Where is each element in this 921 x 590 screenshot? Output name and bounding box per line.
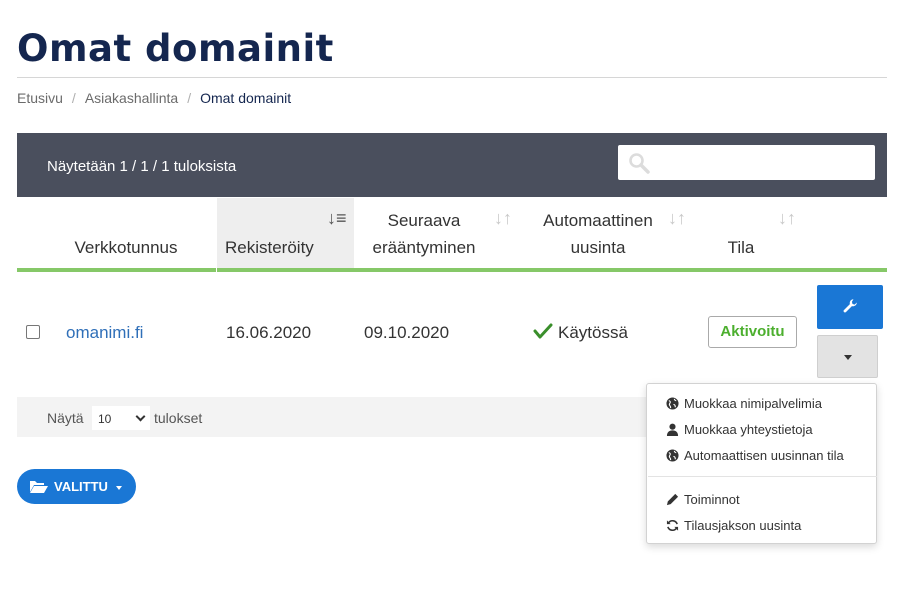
next-due-date: 09.10.2020	[364, 323, 450, 342]
wrench-icon	[843, 299, 857, 313]
search-box[interactable]	[618, 145, 875, 180]
column-underline	[17, 268, 216, 272]
caret-down-icon	[844, 355, 852, 360]
menu-item-edit-nameservers[interactable]: Muokkaa nimipalvelimia	[666, 396, 822, 411]
registered-date: 16.06.2020	[226, 323, 312, 342]
manage-button[interactable]	[817, 285, 883, 329]
column-header-domain[interactable]: Verkkotunnus	[56, 198, 216, 270]
menu-item-label: Automaattisen uusinnan tila	[684, 448, 844, 463]
sort-icon[interactable]: ↓↑	[778, 208, 796, 229]
caret-down-icon	[116, 486, 122, 490]
column-label-status: Tila	[727, 238, 755, 257]
column-underline	[806, 268, 887, 272]
column-header-auto-renewal[interactable]: Automaattinen uusinta ↓↑	[522, 198, 698, 270]
column-underline	[217, 268, 354, 272]
table-toolbar: Näytetään 1 / 1 / 1 tuloksista	[17, 133, 887, 197]
column-header-registered[interactable]: ↓≡ Rekisteröity	[217, 198, 354, 270]
domain-link[interactable]: omanimi.fi	[66, 323, 143, 343]
title-divider	[17, 77, 887, 78]
page-size-label: Näytä	[47, 410, 84, 426]
breadcrumb-current: Omat domainit	[200, 90, 292, 106]
chevron-down-icon	[135, 411, 146, 422]
search-input[interactable]	[658, 151, 863, 173]
menu-divider	[648, 476, 877, 477]
sort-icon[interactable]: ↓↑	[494, 208, 512, 229]
column-underline	[698, 268, 806, 272]
menu-item-label: Muokkaa nimipalvelimia	[684, 396, 822, 411]
column-underline	[522, 268, 698, 272]
page-size-select[interactable]: 10	[92, 406, 150, 430]
globe-icon	[666, 397, 679, 410]
table-footer: Näytä 10 tulokset	[17, 397, 647, 437]
refresh-icon	[666, 519, 679, 532]
folder-open-icon	[30, 481, 48, 493]
menu-item-label: Tilausjakson uusinta	[684, 518, 802, 533]
column-header-next-due[interactable]: Seuraava erääntyminen ↓↑	[354, 198, 522, 270]
menu-item-auto-renewal-status[interactable]: Automaattisen uusinnan tila	[666, 448, 844, 463]
breadcrumb-customer-management[interactable]: Asiakashallinta	[85, 90, 178, 106]
pencil-icon	[666, 493, 679, 506]
menu-item-actions[interactable]: Toiminnot	[666, 492, 740, 507]
status-badge: Aktivoitu	[708, 316, 797, 348]
page-title: Omat domainit	[17, 27, 334, 70]
column-underline	[354, 268, 522, 272]
column-label-registered: Rekisteröity	[225, 238, 314, 257]
sort-descending-icon[interactable]: ↓≡	[327, 208, 347, 229]
menu-item-edit-contacts[interactable]: Muokkaa yhteystietoja	[666, 422, 813, 437]
result-count: Näytetään 1 / 1 / 1 tuloksista	[47, 158, 237, 175]
breadcrumb-separator: /	[187, 90, 192, 106]
actions-dropdown-toggle[interactable]	[817, 335, 878, 378]
breadcrumb: Etusivu / Asiakashallinta / Omat domaini…	[17, 90, 291, 106]
column-label-domain: Verkkotunnus	[74, 238, 178, 257]
column-label-next-due-line1: Seuraava	[387, 211, 461, 230]
column-label-auto-renewal-line1: Automaattinen	[543, 211, 653, 230]
row-checkbox[interactable]	[26, 325, 40, 339]
globe-icon	[666, 449, 679, 462]
breadcrumb-separator: /	[71, 90, 76, 106]
sort-icon[interactable]: ↓↑	[668, 208, 686, 229]
menu-item-label: Toiminnot	[684, 492, 740, 507]
checkmark-icon	[533, 323, 553, 339]
page-size-value: 10	[98, 412, 112, 426]
user-icon	[666, 423, 679, 436]
results-label: tulokset	[154, 410, 203, 426]
bulk-action-label: VALITTU	[54, 479, 108, 494]
menu-item-label: Muokkaa yhteystietoja	[684, 422, 813, 437]
column-label-next-due-line2: erääntyminen	[372, 238, 476, 257]
bulk-action-button[interactable]: VALITTU	[17, 469, 136, 504]
menu-item-renew-subscription[interactable]: Tilausjakson uusinta	[666, 518, 801, 533]
column-header-status[interactable]: Tila ↓↑	[698, 198, 806, 270]
auto-renewal-status: Käytössä	[558, 323, 628, 342]
breadcrumb-home[interactable]: Etusivu	[17, 90, 63, 106]
column-label-auto-renewal-line2: uusinta	[570, 238, 626, 257]
actions-dropdown-menu: Muokkaa nimipalvelimia Muokkaa yhteystie…	[646, 383, 877, 544]
search-icon	[629, 153, 650, 174]
